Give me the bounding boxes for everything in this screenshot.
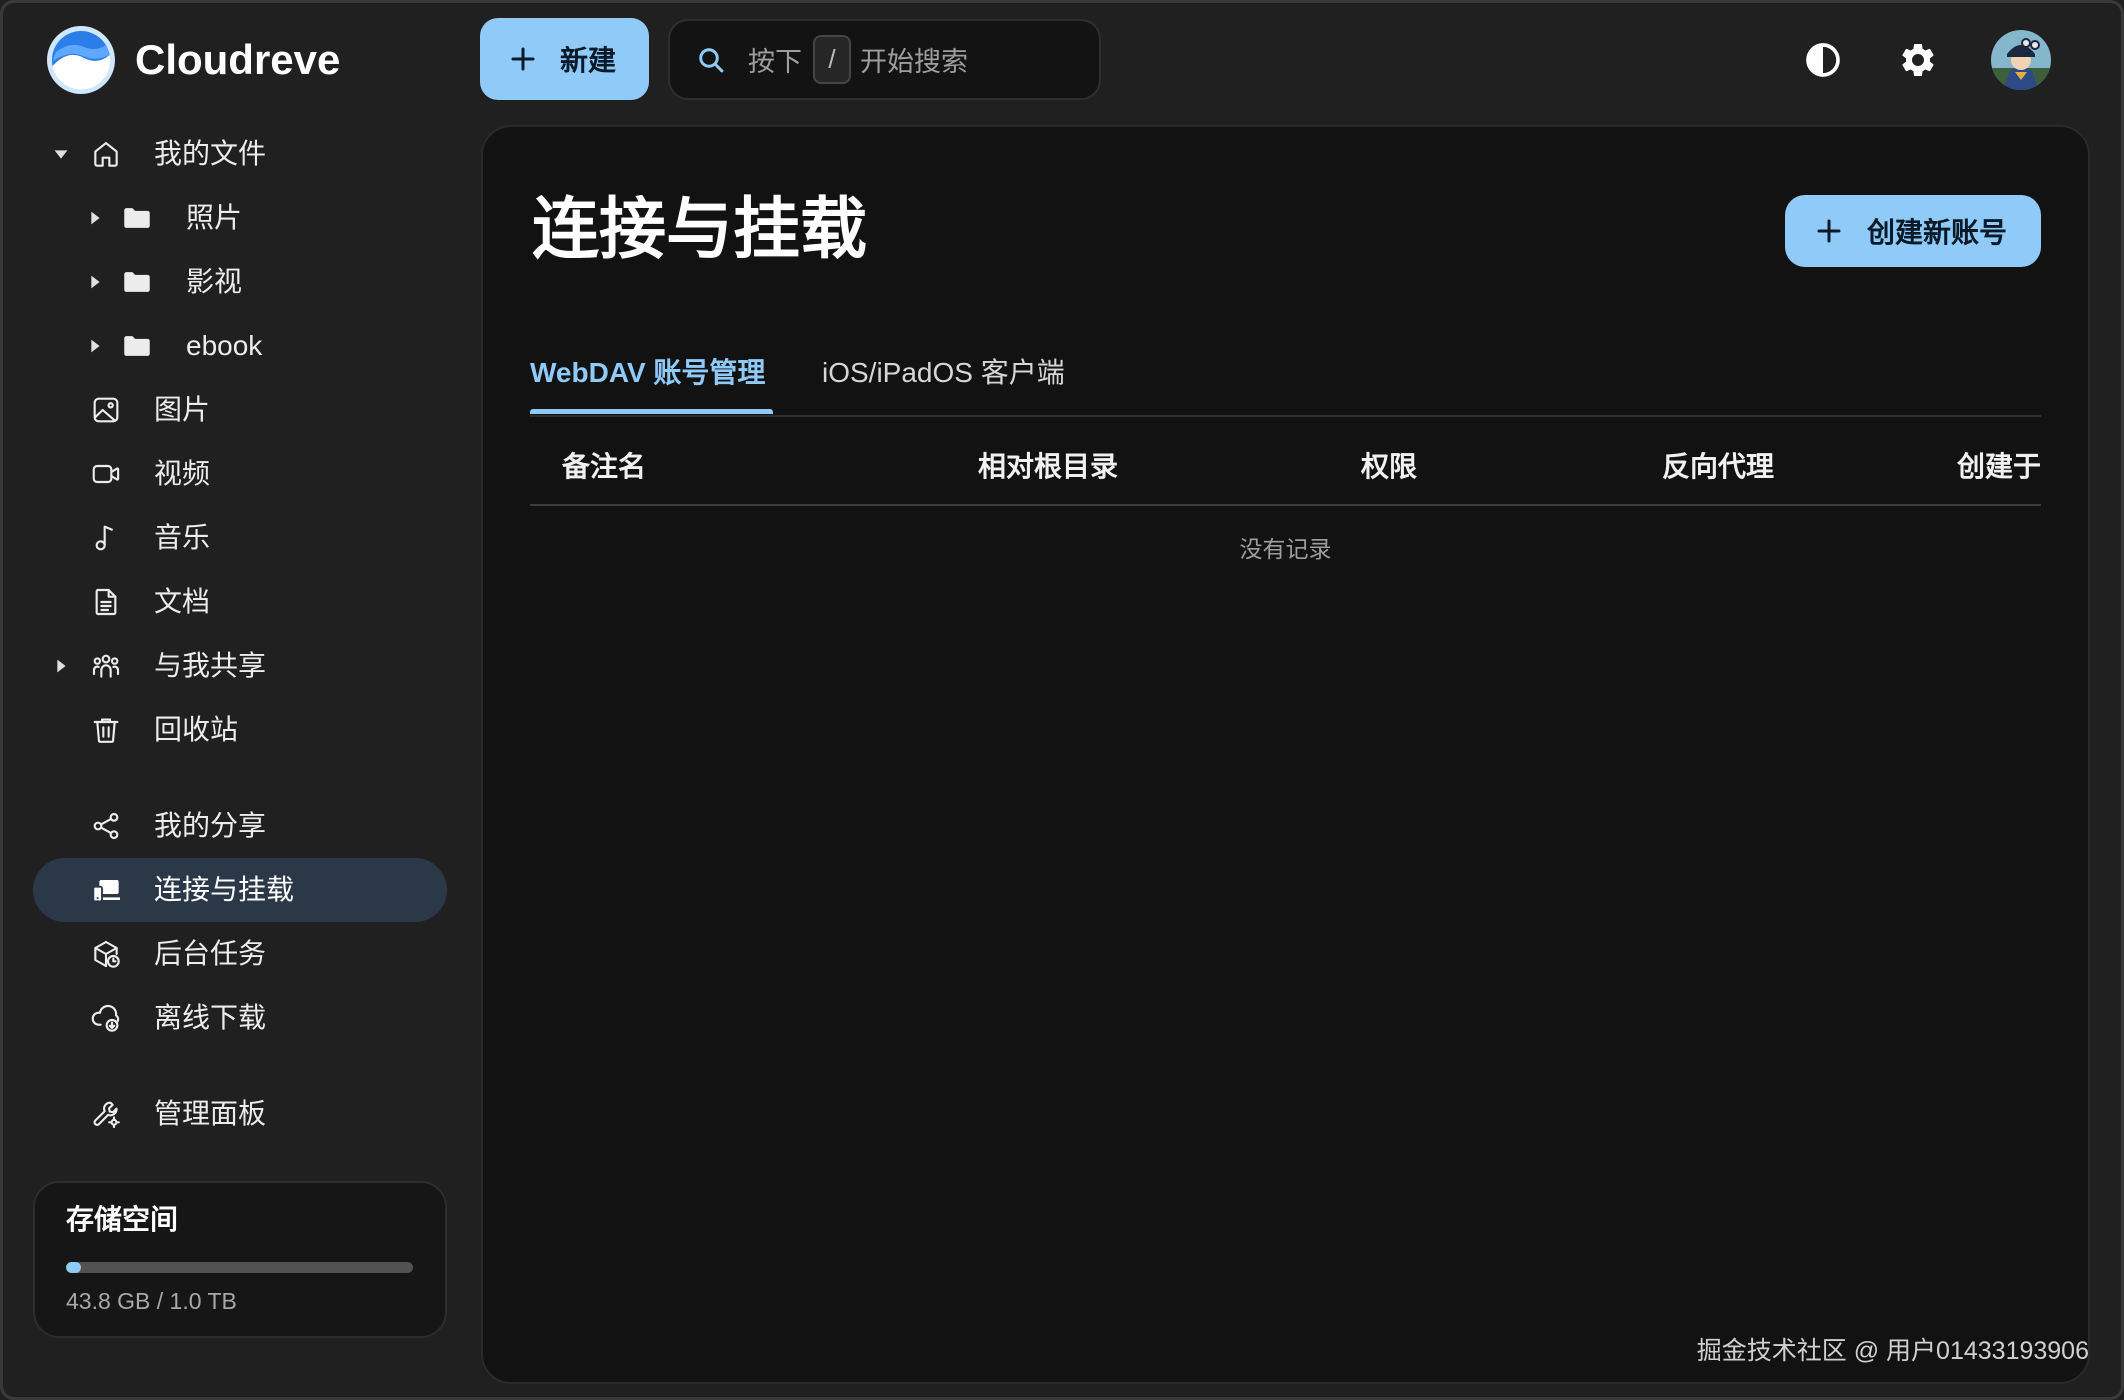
sidebar-item-label: 我的文件 [154, 138, 267, 169]
sidebar-item-label: 后台任务 [154, 938, 267, 969]
caret-right-icon[interactable] [50, 655, 72, 677]
sidebar-item-my-shares[interactable]: 我的分享 [33, 794, 447, 858]
sidebar-item-label: 离线下载 [154, 1002, 267, 1033]
create-account-button[interactable]: 创建新账号 [1785, 195, 2041, 267]
music-icon [90, 522, 122, 554]
sidebar-item-music[interactable]: 音乐 [33, 506, 447, 570]
column-header-note: 备注名 [562, 451, 647, 482]
search-hint-suffix: 开始搜索 [860, 47, 968, 77]
sidebar-item-label: 照片 [186, 202, 243, 233]
sidebar-item-videos[interactable]: 视频 [33, 442, 447, 506]
admin-icon [90, 1098, 122, 1130]
people-icon [90, 650, 122, 682]
gear-icon[interactable] [1898, 40, 1938, 80]
sidebar-item-label: 文档 [154, 586, 211, 617]
sidebar-item-label: 图片 [154, 394, 211, 425]
storage-card: 存储空间 43.8 GB / 1.0 TB [33, 1181, 447, 1338]
avatar[interactable] [1991, 30, 2051, 90]
storage-title: 存储空间 [66, 1204, 179, 1235]
caret-right-icon[interactable] [84, 271, 106, 293]
app-name: Cloudreve [135, 36, 341, 83]
sidebar-item-connect-mount[interactable]: 连接与挂载 [33, 858, 447, 922]
sidebar-item-label: 与我共享 [154, 650, 267, 681]
sidebar-item-label: 视频 [154, 458, 211, 489]
sidebar-item-label: 管理面板 [154, 1098, 267, 1129]
column-header-permission: 权限 [1361, 451, 1418, 482]
sidebar-item-background-tasks[interactable]: 后台任务 [33, 922, 447, 986]
tasks-icon [90, 938, 122, 970]
tab-indicator [530, 409, 773, 414]
storage-progress-bar [66, 1262, 413, 1273]
plus-icon [1814, 216, 1844, 246]
sidebar-item-ebook-folder[interactable]: ebook [33, 314, 447, 378]
share-icon [90, 810, 122, 842]
sidebar-item-movies-folder[interactable]: 影视 [33, 250, 447, 314]
tab-ios-client[interactable]: iOS/iPadOS 客户端 [822, 347, 1065, 399]
document-icon [90, 586, 122, 618]
sidebar-item-label: ebook [186, 330, 263, 361]
image-icon [90, 394, 122, 426]
cloud-download-icon [90, 1002, 122, 1034]
column-header-root-path: 相对根目录 [978, 451, 1119, 482]
sidebar-item-label: 影视 [186, 266, 243, 297]
column-header-created-at: 创建于 [1956, 451, 2041, 482]
sidebar-item-label: 音乐 [154, 522, 211, 553]
sidebar-item-images[interactable]: 图片 [33, 378, 447, 442]
folder-icon [120, 265, 154, 299]
column-header-reverse-proxy: 反向代理 [1662, 451, 1775, 482]
folder-icon [120, 201, 154, 235]
main-panel: 连接与挂载 创建新账号 WebDAV 账号管理 iOS/iPadOS 客户端 备… [481, 125, 2090, 1384]
trash-icon [90, 714, 122, 746]
caret-right-icon[interactable] [84, 207, 106, 229]
tabs-divider [530, 415, 2041, 417]
storage-usage-text: 43.8 GB / 1.0 TB [66, 1288, 237, 1314]
sidebar-item-my-files[interactable]: 我的文件 [33, 122, 447, 186]
devices-icon [90, 874, 122, 906]
sidebar-item-label: 我的分享 [154, 810, 267, 841]
watermark: 掘金技术社区 @ 用户01433193906 [1696, 1337, 2089, 1365]
cloudreve-logo-icon[interactable] [46, 25, 116, 95]
create-account-label: 创建新账号 [1867, 217, 2008, 248]
sidebar-item-label: 连接与挂载 [154, 874, 295, 905]
contrast-icon[interactable] [1803, 40, 1843, 80]
storage-progress-fill [66, 1262, 81, 1273]
home-icon [90, 138, 122, 170]
folder-icon [120, 329, 154, 363]
sidebar-item-trash[interactable]: 回收站 [33, 698, 447, 762]
caret-right-icon[interactable] [84, 335, 106, 357]
search-icon [695, 44, 727, 76]
plus-icon [508, 44, 538, 74]
video-icon [90, 458, 122, 490]
page-title: 连接与挂载 [532, 192, 867, 267]
sidebar-item-offline-download[interactable]: 离线下载 [33, 986, 447, 1050]
sidebar-item-photos-folder[interactable]: 照片 [33, 186, 447, 250]
tab-webdav-accounts[interactable]: WebDAV 账号管理 [530, 347, 765, 399]
search-input[interactable]: 按下 / 开始搜索 [668, 19, 1101, 100]
table-header-divider [530, 504, 2041, 506]
sidebar-item-admin-panel[interactable]: 管理面板 [33, 1082, 447, 1146]
sidebar-item-shared-with-me[interactable]: 与我共享 [33, 634, 447, 698]
shortcut-key: / [813, 35, 851, 84]
search-hint-prefix: 按下 [748, 47, 802, 77]
new-button-label: 新建 [560, 45, 617, 76]
sidebar-item-label: 回收站 [154, 714, 239, 745]
sidebar-item-documents[interactable]: 文档 [33, 570, 447, 634]
caret-down-icon[interactable] [50, 143, 72, 165]
empty-table-message: 没有记录 [1239, 536, 1332, 562]
new-button[interactable]: 新建 [480, 18, 649, 100]
